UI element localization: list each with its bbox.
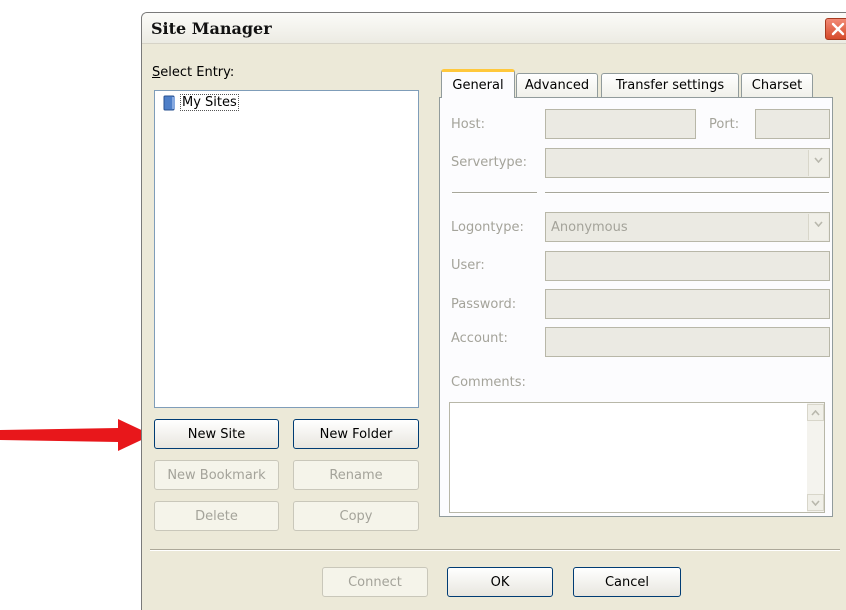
- tab-transfer-settings[interactable]: Transfer settings: [601, 73, 739, 97]
- close-button[interactable]: [825, 18, 846, 40]
- password-label: Password:: [451, 297, 517, 312]
- port-label: Port:: [709, 117, 740, 132]
- connect-label: Connect: [348, 574, 402, 590]
- user-input[interactable]: [545, 251, 830, 281]
- tab-general[interactable]: General: [441, 69, 515, 98]
- tab-advanced[interactable]: Advanced: [516, 73, 598, 97]
- scroll-up-button[interactable]: [807, 404, 824, 421]
- footer-separator: [150, 549, 840, 551]
- new-site-button[interactable]: New Site: [154, 419, 279, 449]
- title-bar: Site Manager: [142, 13, 846, 44]
- account-label: Account:: [451, 331, 508, 346]
- new-site-label: New Site: [187, 426, 246, 442]
- connect-button[interactable]: Connect: [322, 567, 428, 597]
- chevron-down-icon: [811, 500, 820, 506]
- comments-label: Comments:: [451, 375, 526, 390]
- port-input[interactable]: [755, 109, 830, 139]
- tab-label: Transfer settings: [615, 78, 725, 93]
- dropdown-arrow: [808, 214, 828, 240]
- tab-label: Charset: [751, 78, 803, 93]
- logontype-value: Anonymous: [551, 219, 628, 235]
- new-bookmark-label: New Bookmark: [167, 467, 266, 483]
- rename-button[interactable]: Rename: [293, 460, 419, 490]
- comments-scrollbar[interactable]: [807, 403, 824, 512]
- chevron-down-icon: [814, 157, 823, 163]
- tree-item-label: My Sites: [180, 94, 239, 111]
- delete-label: Delete: [195, 508, 238, 524]
- account-input[interactable]: [545, 327, 830, 357]
- new-bookmark-button[interactable]: New Bookmark: [154, 460, 279, 490]
- cancel-button[interactable]: Cancel: [573, 567, 681, 597]
- logontype-label: Logontype:: [451, 220, 524, 235]
- scroll-down-button[interactable]: [807, 494, 824, 511]
- select-entry-label: Select Entry:: [152, 65, 235, 80]
- dropdown-arrow: [808, 150, 828, 176]
- copy-button[interactable]: Copy: [293, 501, 419, 531]
- password-input[interactable]: [545, 289, 830, 319]
- separator: [452, 192, 537, 194]
- window-title: Site Manager: [151, 19, 272, 38]
- site-tree[interactable]: My Sites: [154, 90, 419, 408]
- annotation-arrow-icon: [0, 419, 152, 451]
- site-manager-window: Site Manager Select Entry: My Sites New …: [141, 12, 846, 610]
- ok-button[interactable]: OK: [447, 567, 553, 597]
- logontype-select[interactable]: Anonymous: [545, 212, 830, 242]
- tree-item-my-sites[interactable]: My Sites: [163, 94, 239, 111]
- tab-label: General: [452, 77, 504, 93]
- tab-label: Advanced: [524, 78, 590, 93]
- comments-textarea[interactable]: [449, 402, 825, 513]
- chevron-down-icon: [814, 221, 823, 227]
- new-folder-label: New Folder: [319, 426, 393, 442]
- separator: [545, 192, 829, 194]
- servertype-label: Servertype:: [451, 155, 528, 170]
- delete-button[interactable]: Delete: [154, 501, 279, 531]
- rename-label: Rename: [329, 467, 383, 483]
- chevron-up-icon: [811, 410, 820, 416]
- user-label: User:: [451, 258, 485, 273]
- tab-charset[interactable]: Charset: [741, 73, 813, 97]
- ok-label: OK: [490, 574, 510, 590]
- cancel-label: Cancel: [604, 574, 650, 590]
- host-label: Host:: [451, 117, 485, 132]
- folder-icon: [163, 95, 175, 110]
- new-folder-button[interactable]: New Folder: [293, 419, 419, 449]
- host-input[interactable]: [545, 109, 696, 139]
- close-icon: [831, 22, 845, 36]
- copy-label: Copy: [339, 508, 373, 524]
- servertype-select[interactable]: [545, 148, 830, 178]
